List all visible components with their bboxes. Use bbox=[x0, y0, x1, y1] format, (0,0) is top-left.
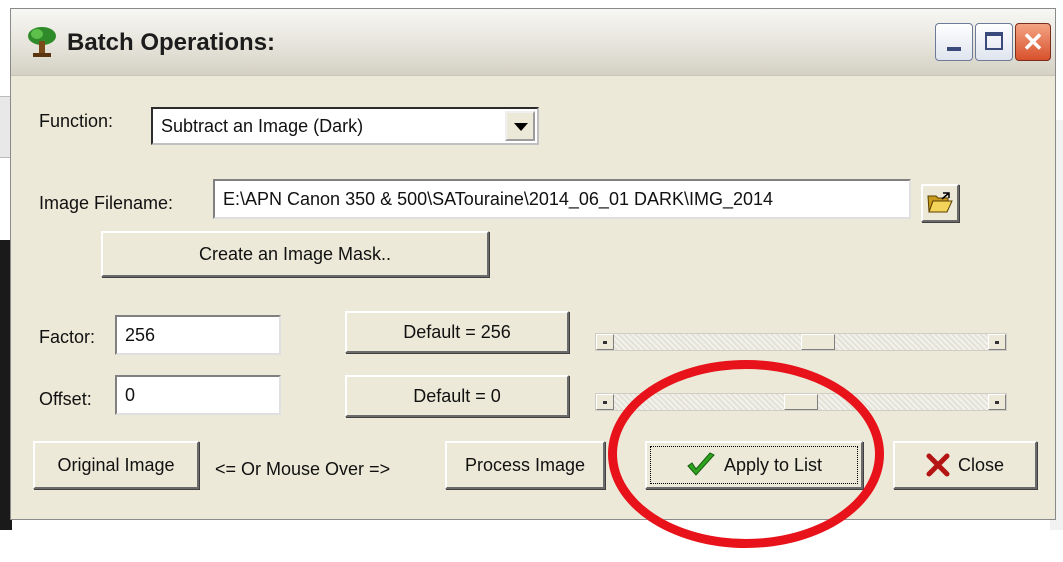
image-filename-input[interactable] bbox=[213, 179, 911, 219]
function-dropdown[interactable]: Subtract an Image (Dark) bbox=[151, 107, 539, 145]
function-label: Function: bbox=[39, 111, 114, 131]
scroll-right-button[interactable] bbox=[988, 394, 1006, 410]
offset-label: Offset: bbox=[39, 389, 92, 409]
open-folder-icon bbox=[927, 192, 953, 213]
minimize-button[interactable] bbox=[935, 23, 973, 61]
chevron-down-icon bbox=[514, 123, 528, 131]
factor-slider-thumb[interactable] bbox=[801, 334, 835, 350]
batch-operations-window: Batch Operations: ✕ Function: Subtract a… bbox=[10, 8, 1056, 520]
dropdown-arrow-button[interactable] bbox=[505, 111, 535, 141]
offset-slider-thumb[interactable] bbox=[784, 394, 818, 410]
process-image-button[interactable]: Process Image bbox=[445, 441, 605, 489]
factor-input[interactable] bbox=[115, 315, 281, 355]
close-window-button[interactable]: ✕ bbox=[1015, 23, 1051, 61]
scroll-left-button[interactable] bbox=[596, 394, 614, 410]
close-button-label: Close bbox=[957, 454, 1005, 475]
function-selected-value: Subtract an Image (Dark) bbox=[161, 116, 364, 136]
apply-to-list-button[interactable]: Apply to List bbox=[645, 441, 863, 489]
window-title: Batch Operations: bbox=[67, 29, 276, 56]
apply-to-list-label: Apply to List bbox=[723, 454, 823, 475]
minimize-icon bbox=[947, 47, 961, 51]
mouse-over-hint: <= Or Mouse Over => bbox=[215, 459, 391, 479]
checkmark-icon bbox=[687, 452, 715, 476]
tree-app-icon bbox=[28, 27, 56, 57]
maximize-button[interactable] bbox=[975, 23, 1013, 61]
offset-slider[interactable] bbox=[595, 393, 1007, 411]
maximize-icon bbox=[985, 32, 1003, 50]
factor-label: Factor: bbox=[39, 327, 96, 347]
original-image-button[interactable]: Original Image bbox=[33, 441, 199, 489]
image-filename-label: Image Filename: bbox=[39, 193, 174, 213]
create-image-mask-button[interactable]: Create an Image Mask.. bbox=[101, 231, 489, 277]
red-x-icon bbox=[926, 453, 950, 477]
scroll-right-button[interactable] bbox=[988, 334, 1006, 350]
offset-default-button[interactable]: Default = 0 bbox=[345, 375, 569, 417]
offset-input[interactable] bbox=[115, 375, 281, 415]
factor-default-button[interactable]: Default = 256 bbox=[345, 311, 569, 353]
close-icon: ✕ bbox=[1022, 27, 1044, 57]
browse-file-button[interactable] bbox=[921, 184, 959, 222]
factor-slider[interactable] bbox=[595, 333, 1007, 351]
close-button[interactable]: Close bbox=[893, 441, 1037, 489]
title-bar[interactable]: Batch Operations: ✕ bbox=[11, 9, 1055, 76]
scroll-left-button[interactable] bbox=[596, 334, 614, 350]
